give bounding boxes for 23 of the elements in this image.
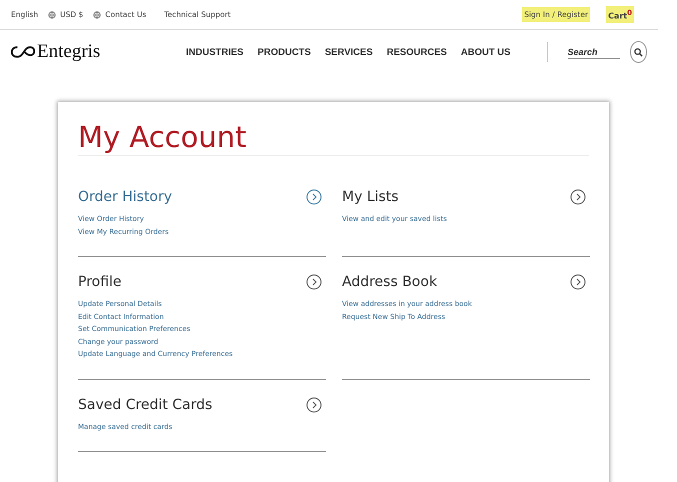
chevron-circle-icon[interactable] [570, 189, 586, 205]
search-field[interactable]: Search [568, 46, 620, 58]
globe-icon [93, 10, 102, 18]
section-title[interactable]: My Lists [342, 189, 399, 205]
section-title[interactable]: Order History [78, 189, 172, 205]
page-title: My Account [78, 120, 589, 156]
section-title[interactable]: Address Book [342, 274, 438, 290]
nav-link[interactable]: SERVICES [324, 46, 373, 58]
nav-link[interactable]: ABOUT US [460, 46, 511, 58]
chevron-circle-icon[interactable] [570, 274, 586, 290]
cart-link[interactable]: Cart$^{0}$ [606, 6, 634, 24]
nav-link[interactable]: PRODUCTS [258, 46, 311, 58]
search-icon [634, 48, 643, 56]
globe-icon [48, 10, 56, 18]
nav-link[interactable]: RESOURCES [386, 46, 447, 58]
company-logo[interactable]: Entegris [11, 41, 186, 63]
chevron-circle-icon[interactable] [306, 189, 322, 205]
section-title[interactable]: Profile [78, 274, 122, 290]
search-button[interactable] [630, 41, 647, 63]
chevron-circle-icon[interactable] [306, 274, 322, 290]
chevron-circle-icon[interactable] [306, 396, 322, 412]
nav-link[interactable]: INDUSTRIES [186, 46, 244, 58]
section-title[interactable]: Saved Credit Cards [78, 396, 212, 412]
